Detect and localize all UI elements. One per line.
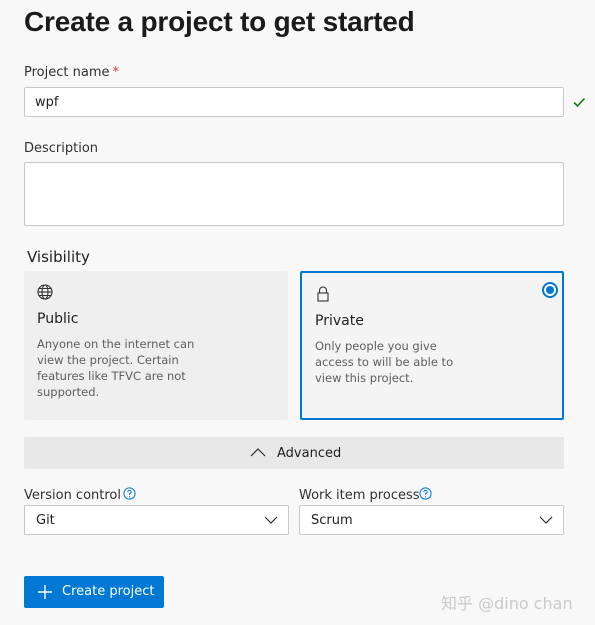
- version-control-value: Git: [36, 513, 55, 528]
- visibility-option-description: Anyone on the internet can view the proj…: [37, 337, 195, 399]
- description-input[interactable]: [24, 162, 564, 226]
- required-marker: *: [112, 65, 119, 80]
- page-title: Create a project to get started: [24, 6, 415, 37]
- project-name-label-text: Project name: [24, 65, 110, 80]
- create-project-label: Create project: [62, 584, 155, 599]
- chevron-down-icon: [264, 516, 278, 524]
- chevron-down-icon: [539, 516, 553, 524]
- version-control-dropdown[interactable]: Git: [24, 505, 289, 535]
- create-project-button[interactable]: Create project: [24, 576, 164, 608]
- visibility-title: Visibility: [27, 248, 90, 266]
- plus-icon: [38, 585, 52, 599]
- version-control-label: Version control: [24, 488, 121, 503]
- work-item-process-dropdown[interactable]: Scrum: [299, 505, 564, 535]
- create-project-page: Create a project to get started Project …: [0, 0, 595, 625]
- advanced-label: Advanced: [277, 446, 342, 461]
- watermark: 知乎 @dino chan: [441, 594, 573, 613]
- help-icon[interactable]: [123, 487, 136, 500]
- help-icon[interactable]: [419, 487, 432, 500]
- advanced-toggle[interactable]: Advanced: [24, 437, 564, 469]
- visibility-option-public[interactable]: Public Anyone on the internet can view t…: [24, 271, 288, 420]
- visibility-option-title: Public: [37, 311, 79, 327]
- work-item-process-value: Scrum: [311, 513, 353, 528]
- selected-radio[interactable]: [542, 282, 558, 298]
- work-item-process-label: Work item process: [299, 488, 420, 503]
- visibility-option-description: Only people you give access to will be a…: [315, 339, 454, 385]
- visibility-option-private[interactable]: Private Only people you give access to w…: [300, 271, 564, 420]
- globe-icon: [37, 284, 53, 300]
- chevron-up-icon: [250, 448, 266, 457]
- lock-icon: [317, 286, 329, 302]
- visibility-option-title: Private: [315, 313, 364, 329]
- project-name-label: Project name *: [24, 65, 119, 80]
- valid-check-icon: [573, 97, 586, 108]
- project-name-input[interactable]: [24, 87, 564, 117]
- description-label: Description: [24, 141, 99, 156]
